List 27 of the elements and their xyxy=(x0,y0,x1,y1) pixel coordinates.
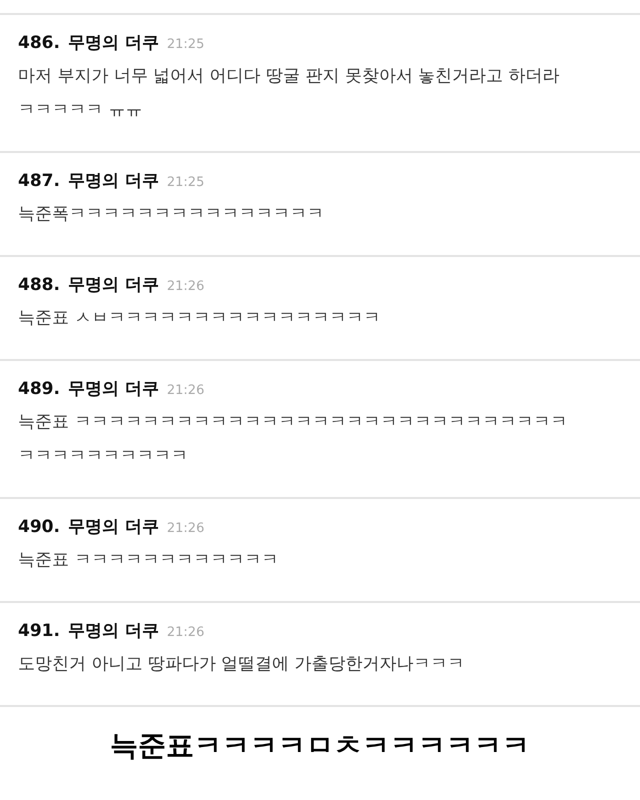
comment-author: 무명의 더쿠 xyxy=(68,378,159,400)
comment-time: 21:26 xyxy=(166,521,204,536)
comment-number: 491. xyxy=(18,621,60,641)
comment-author: 무명의 더쿠 xyxy=(68,274,159,296)
comment-number: 490. xyxy=(18,517,60,537)
comment-number: 489. xyxy=(18,379,60,399)
comment-author: 무명의 더쿠 xyxy=(68,620,159,642)
comment-text: 늑준폭ㅋㅋㅋㅋㅋㅋㅋㅋㅋㅋㅋㅋㅋㅋㅋ xyxy=(18,203,324,226)
comment-author: 무명의 더쿠 xyxy=(68,516,159,538)
comment-time: 21:26 xyxy=(166,279,204,294)
comment-time: 21:25 xyxy=(166,175,204,190)
comment-text: 도망친거 아니고 땅파다가 얼떨결에 가출당한거자나ㅋㅋㅋ xyxy=(18,653,465,676)
comment-number: 487. xyxy=(18,171,60,191)
comment-author: 무명의 더쿠 xyxy=(68,32,159,54)
comment-text: ㅋㅋㅋㅋㅋㅋㅋㅋㅋㅋ xyxy=(18,445,188,468)
comment-number: 488. xyxy=(18,275,60,295)
comment-text: 늑준표 ㅋㅋㅋㅋㅋㅋㅋㅋㅋㅋㅋㅋㅋㅋㅋㅋㅋㅋㅋㅋㅋㅋㅋㅋㅋㅋㅋㅋㅋ xyxy=(18,411,568,434)
comment-number: 486. xyxy=(18,33,60,53)
comment-text: 늑준표 ㅋㅋㅋㅋㅋㅋㅋㅋㅋㅋㅋㅋ xyxy=(18,549,278,572)
comment-text: 마저 부지가 너무 넓어서 어디다 땅굴 판지 못찾아서 놓친거라고 하더라 xyxy=(18,65,560,88)
caption: 늑준표ㅋㅋㅋㅋㅁㅊㅋㅋㅋㅋㅋㅋ xyxy=(110,728,530,764)
comment-text: ㅋㅋㅋㅋㅋ ㅠㅠ xyxy=(18,99,142,122)
comment-time: 21:26 xyxy=(166,383,204,398)
comment-text: 늑준표 ㅅㅂㅋㅋㅋㅋㅋㅋㅋㅋㅋㅋㅋㅋㅋㅋㅋㅋ xyxy=(18,307,380,330)
comment-author: 무명의 더쿠 xyxy=(68,170,159,192)
comment-time: 21:25 xyxy=(166,37,204,52)
comment-time: 21:26 xyxy=(166,625,204,640)
